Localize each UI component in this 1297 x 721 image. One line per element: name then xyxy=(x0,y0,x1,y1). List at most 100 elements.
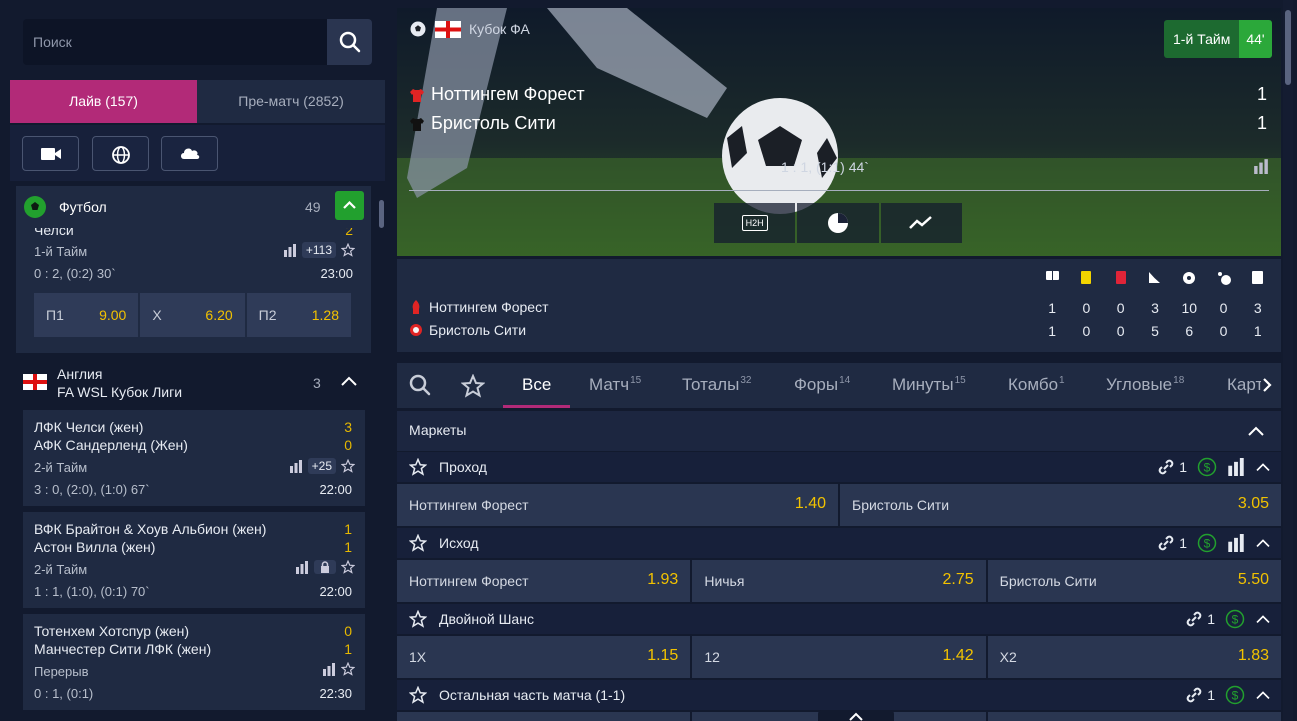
stat-value: 3 xyxy=(1151,300,1159,316)
match-time: 23:00 xyxy=(320,266,353,281)
star-icon[interactable] xyxy=(341,662,355,676)
cashout-icon[interactable]: $ xyxy=(1225,685,1245,705)
chevron-right-icon[interactable] xyxy=(1261,377,1273,393)
chevron-up-icon[interactable] xyxy=(340,374,358,388)
odd-button[interactable]: Бристоль Сити 3.05 xyxy=(840,484,1281,526)
chevron-up-icon[interactable] xyxy=(1255,613,1271,625)
market-header[interactable]: Двойной Шанс 1 $ xyxy=(397,604,1281,634)
odd-button[interactable]: Бристоль Сити 5.50 xyxy=(987,560,1281,602)
tab-cards[interactable]: Карт xyxy=(1227,375,1261,395)
team-score: 0 xyxy=(344,437,352,453)
match-card[interactable]: Тотенхем Хотспур (жен) 0 Манчестер Сити … xyxy=(23,614,365,710)
globe-filter-button[interactable] xyxy=(92,136,149,171)
match-card[interactable]: Челси 2 1-й Тайм +113 0 : 2, (0:2) 30` 2… xyxy=(16,228,371,353)
odd-button[interactable]: Ноттингем Форест 1.93 xyxy=(397,560,691,602)
search-icon[interactable] xyxy=(409,374,431,396)
cashout-icon[interactable]: $ xyxy=(1197,533,1217,553)
h2h-tab[interactable]: H2H xyxy=(714,203,796,243)
main-scrollbar[interactable] xyxy=(1285,10,1291,85)
chevron-up-icon[interactable] xyxy=(1255,689,1271,701)
market-name: Проход xyxy=(439,459,487,475)
svg-text:$: $ xyxy=(1204,461,1211,475)
match-card[interactable]: ЛФК Челси (жен) 3 АФК Сандерленд (Жен) 0… xyxy=(23,410,365,506)
markets-count-badge[interactable]: +25 xyxy=(307,458,336,474)
search-button[interactable] xyxy=(327,19,372,65)
stats-icon[interactable] xyxy=(1253,158,1269,174)
cloud-filter-button[interactable] xyxy=(161,136,218,171)
tab-all[interactable]: Все xyxy=(522,375,551,395)
markets-count-badge[interactable]: +113 xyxy=(301,242,336,258)
chevron-up-icon[interactable] xyxy=(1247,424,1265,438)
yellow-card-icon xyxy=(1081,271,1092,284)
team-name: ВФК Брайтон & Хоув Альбион (жен) xyxy=(34,521,267,537)
stats-away-row: Бристоль Сити xyxy=(409,322,526,338)
video-filter-button[interactable] xyxy=(22,136,79,171)
link-icon[interactable] xyxy=(1157,534,1175,552)
match-time: 22:00 xyxy=(319,482,352,497)
tab-prematch[interactable]: Пре-матч (2852) xyxy=(197,80,385,123)
league-header[interactable]: Англия FA WSL Кубок Лиги 3 xyxy=(16,360,371,404)
star-icon[interactable] xyxy=(341,459,355,473)
stats-icon[interactable] xyxy=(1227,458,1245,476)
collapse-sport-button[interactable] xyxy=(335,191,364,220)
market-header[interactable]: Проход 1 $ xyxy=(397,452,1281,482)
sport-football-header[interactable]: Футбол 49 xyxy=(16,186,371,228)
pie-chart-tab[interactable] xyxy=(797,203,879,243)
odd-button[interactable]: X2 1.83 xyxy=(987,636,1281,678)
stats-icon[interactable] xyxy=(289,459,303,473)
stats-icon[interactable] xyxy=(322,662,336,676)
cashout-icon[interactable]: $ xyxy=(1225,609,1245,629)
scroll-up-handle[interactable] xyxy=(818,710,894,721)
chevron-up-icon[interactable] xyxy=(1255,537,1271,549)
cashout-icon[interactable]: $ xyxy=(1197,457,1217,477)
tab-handicaps[interactable]: Форы14 xyxy=(794,375,850,395)
main-scrollbar-track xyxy=(1283,0,1293,721)
tab-minutes[interactable]: Минуты15 xyxy=(892,375,966,395)
cloud-icon xyxy=(180,148,199,159)
stats-icon[interactable] xyxy=(283,243,297,257)
team-score: 1 xyxy=(344,521,352,537)
match-time: 22:30 xyxy=(319,686,352,701)
odd-button[interactable]: 12 1.42 xyxy=(692,636,986,678)
odd-button[interactable]: Х 6.20 xyxy=(140,293,245,337)
star-icon[interactable] xyxy=(341,560,355,574)
star-icon[interactable] xyxy=(461,374,485,398)
odd-button[interactable] xyxy=(397,712,691,721)
odd-button[interactable]: П2 1.28 xyxy=(246,293,351,337)
star-icon[interactable] xyxy=(409,458,427,476)
link-icon[interactable] xyxy=(1185,686,1203,704)
tab-live[interactable]: Лайв (157) xyxy=(10,80,197,123)
stat-column-corners xyxy=(1138,271,1172,285)
odd-button[interactable]: П1 9.00 xyxy=(34,293,139,337)
odd-button[interactable]: 1X 1.15 xyxy=(397,636,691,678)
market-header[interactable]: Исход 1 $ xyxy=(397,528,1281,558)
market-header[interactable]: Остальная часть матча (1-1) 1 $ xyxy=(397,680,1281,710)
odd-button[interactable]: Ноттингем Форест 1.40 xyxy=(397,484,838,526)
tab-combo[interactable]: Комбо1 xyxy=(1008,375,1065,395)
markets-header[interactable]: Маркеты xyxy=(397,411,1281,451)
star-icon[interactable] xyxy=(409,686,427,704)
competition-header: Кубок ФА xyxy=(409,20,530,38)
odd-value: 1.28 xyxy=(311,307,339,323)
odd-value: 1.42 xyxy=(942,647,974,664)
link-icon[interactable] xyxy=(1157,458,1175,476)
stats-icon[interactable] xyxy=(295,560,309,574)
odd-label: Ноттингем Форест xyxy=(409,497,529,513)
odd-button[interactable] xyxy=(987,712,1281,721)
search-input[interactable]: Поиск xyxy=(23,19,327,65)
hero-tabs: H2H xyxy=(714,203,964,243)
stats-icon[interactable] xyxy=(1227,534,1245,552)
line-chart-tab[interactable] xyxy=(880,203,962,243)
star-icon[interactable] xyxy=(409,534,427,552)
tab-label: Тоталы xyxy=(682,375,740,394)
odd-button[interactable]: Ничья 2.75 xyxy=(692,560,986,602)
tab-totals[interactable]: Тоталы32 xyxy=(682,375,751,395)
left-scrollbar[interactable] xyxy=(379,200,384,228)
tab-corners[interactable]: Угловые18 xyxy=(1106,375,1184,395)
tab-match[interactable]: Матч15 xyxy=(589,375,641,395)
match-card[interactable]: ВФК Брайтон & Хоув Альбион (жен) 1 Астон… xyxy=(23,512,365,608)
star-icon[interactable] xyxy=(341,243,355,257)
link-icon[interactable] xyxy=(1185,610,1203,628)
chevron-up-icon[interactable] xyxy=(1255,461,1271,473)
star-icon[interactable] xyxy=(409,610,427,628)
